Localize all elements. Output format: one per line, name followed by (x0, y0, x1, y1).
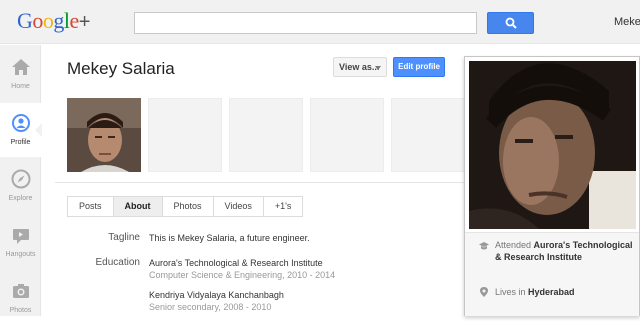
chevron-down-icon (375, 66, 381, 70)
nav-home-label: Home (11, 83, 30, 90)
camera-icon (13, 284, 29, 298)
profile-photo[interactable] (67, 98, 141, 172)
nav-explore-label: Explore (8, 195, 33, 202)
nav-photos[interactable]: Photos (0, 271, 41, 325)
photo-placeholder[interactable] (391, 98, 465, 172)
nav-photos-label: Photos (9, 307, 32, 314)
account-name[interactable]: Mekey (614, 16, 640, 28)
profile-tabs: Posts About Photos Videos +1's (67, 196, 304, 217)
education-school: Kendriya Vidyalaya Kanchanbagh (149, 290, 284, 300)
hovercard-photo[interactable] (469, 61, 636, 229)
education-label: Education (95, 257, 140, 268)
hovercard-photo-image (469, 61, 636, 229)
profile-name: Mekey Salaria (67, 59, 175, 78)
edit-profile-button[interactable]: Edit profile (393, 57, 445, 77)
nav-profile[interactable]: Profile (0, 103, 42, 157)
tab-plus-ones[interactable]: +1's (263, 196, 304, 217)
google-plus-logo[interactable]: Google+ (17, 8, 90, 34)
lives-prefix: Lives in (495, 287, 526, 297)
photo-placeholder[interactable] (148, 98, 222, 172)
search-icon (505, 17, 517, 29)
home-icon (12, 59, 30, 75)
nav-hangouts[interactable]: Hangouts (0, 215, 41, 269)
nav-home[interactable]: Home (0, 47, 41, 101)
tagline-value: This is Mekey Salaria, a future engineer… (149, 233, 310, 243)
view-as-dropdown[interactable]: View as... (333, 57, 387, 77)
location-pin-icon (480, 287, 488, 297)
view-as-label: View as... (339, 62, 380, 72)
tab-about[interactable]: About (113, 196, 163, 217)
photo-placeholder[interactable] (310, 98, 384, 172)
tab-videos[interactable]: Videos (213, 196, 264, 217)
tab-photos[interactable]: Photos (162, 196, 214, 217)
search-button[interactable] (487, 12, 534, 34)
video-camera-icon (13, 229, 29, 244)
compass-icon (11, 169, 31, 189)
tab-posts[interactable]: Posts (67, 196, 114, 217)
education-detail: Computer Science & Engineering, 2010 - 2… (149, 270, 336, 280)
hovercard-attended: Attended Aurora's Technological & Resear… (495, 239, 635, 263)
nav-profile-label: Profile (10, 139, 31, 146)
photo-placeholder[interactable] (229, 98, 303, 172)
attended-prefix: Attended (495, 240, 532, 250)
profile-photo-image (67, 98, 141, 172)
section-divider (55, 182, 465, 183)
profile-hovercard: Attended Aurora's Technological & Resear… (464, 56, 640, 316)
lives-location[interactable]: Hyderabad (528, 287, 575, 297)
active-indicator (35, 123, 42, 137)
nav-explore[interactable]: Explore (0, 159, 41, 213)
education-detail: Senior secondary, 2008 - 2010 (149, 302, 272, 312)
search-input[interactable] (134, 12, 477, 34)
hovercard-lives: Lives in Hyderabad (495, 286, 635, 298)
tagline-label: Tagline (108, 232, 140, 243)
left-nav-rail: Home Profile Explore Hangouts Photos (0, 45, 42, 316)
education-school: Aurora's Technological & Research Instit… (149, 258, 323, 268)
top-bar: Google+ Mekey (0, 0, 640, 44)
profile-icon (12, 114, 30, 132)
nav-hangouts-label: Hangouts (5, 251, 36, 258)
graduation-cap-icon (479, 242, 489, 250)
